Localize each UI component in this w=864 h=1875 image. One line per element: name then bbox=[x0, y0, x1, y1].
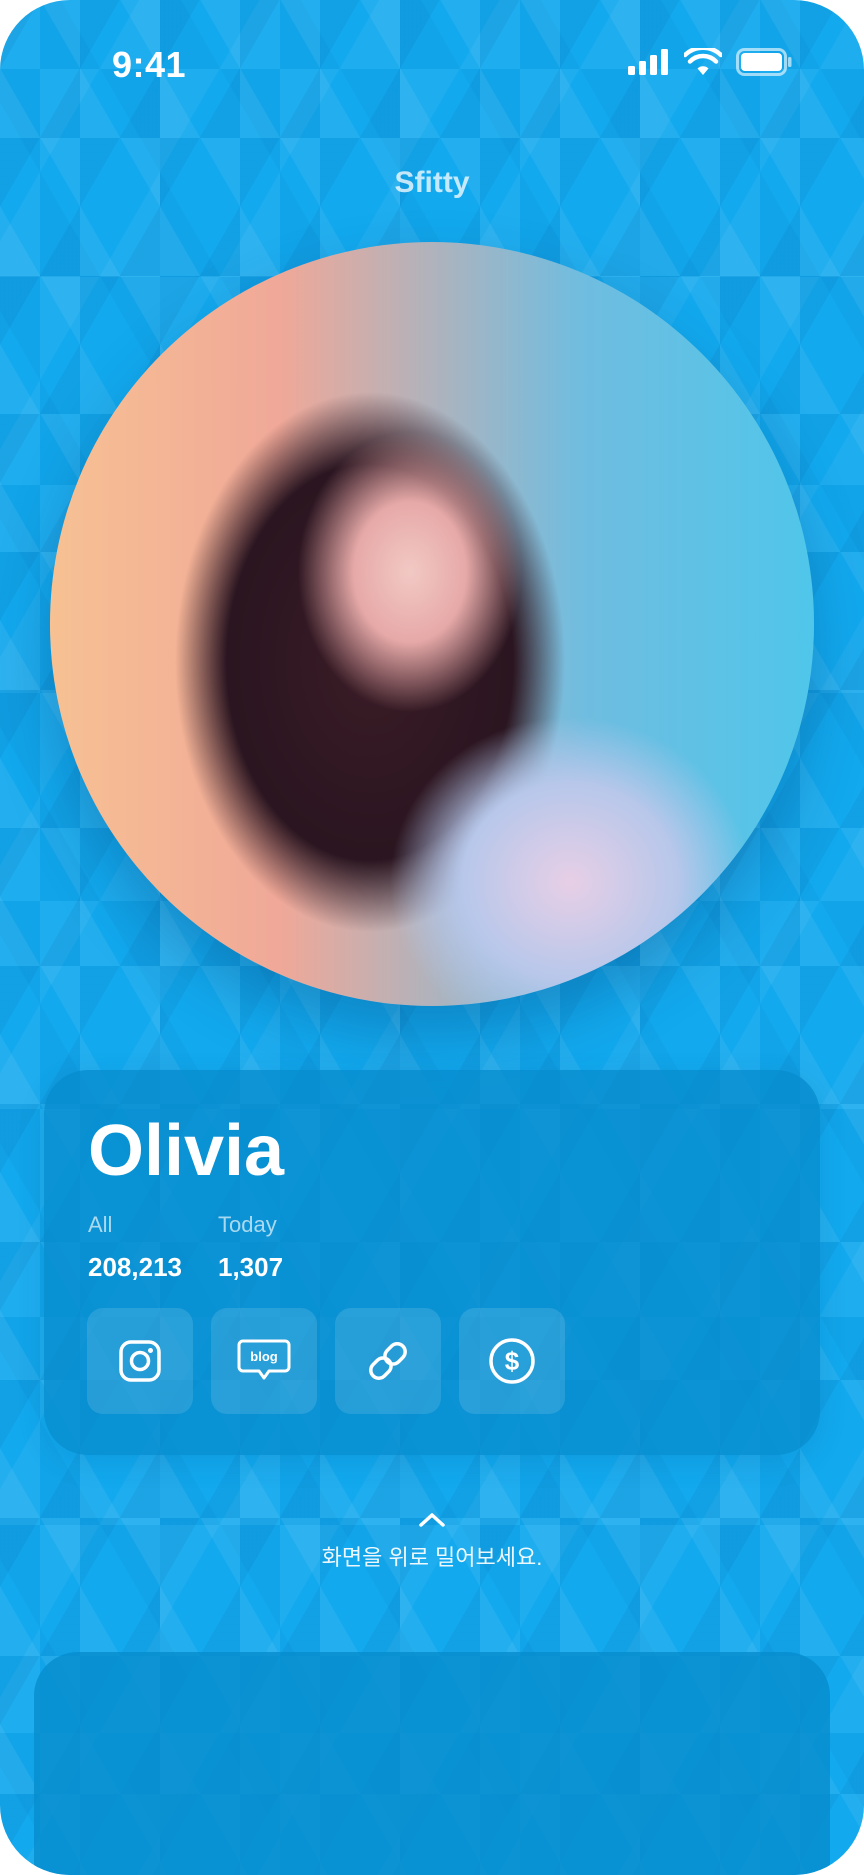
status-time: 9:41 bbox=[112, 44, 187, 85]
svg-text:$: $ bbox=[505, 1346, 520, 1376]
swipe-hint-text: 화면을 위로 밀어보세요. bbox=[321, 1545, 543, 1570]
stat-all: All 208,213 bbox=[88, 1212, 182, 1283]
stat-today: Today 1,307 bbox=[218, 1212, 283, 1283]
link-icon bbox=[369, 1342, 407, 1380]
profile-card: Olivia All 208,213 Today 1,307 blog $ bbox=[44, 1070, 820, 1455]
blog-button[interactable]: blog bbox=[211, 1308, 317, 1414]
profile-photo bbox=[50, 242, 814, 1006]
social-links: blog $ bbox=[87, 1308, 565, 1414]
swipe-up-hint: 화면을 위로 밀어보세요. bbox=[0, 1512, 864, 1572]
signal-icon bbox=[628, 49, 668, 75]
status-icons bbox=[628, 48, 792, 76]
stat-today-label: Today bbox=[218, 1212, 277, 1237]
donate-button[interactable]: $ bbox=[459, 1308, 565, 1414]
status-bar: 9:41 bbox=[0, 0, 864, 120]
brand-logo: Sfitty bbox=[394, 166, 470, 199]
instagram-icon bbox=[119, 1340, 161, 1382]
svg-text:blog: blog bbox=[250, 1349, 277, 1364]
phone-screen: 9:41 Sfitty Olivia All 208,213 Today 1,3… bbox=[0, 0, 864, 1875]
profile-name: Olivia bbox=[88, 1111, 285, 1191]
link-button[interactable] bbox=[335, 1308, 441, 1414]
battery-icon bbox=[736, 48, 792, 76]
dollar-icon: $ bbox=[489, 1338, 535, 1384]
chevron-up-icon bbox=[419, 1513, 445, 1527]
bottom-panel[interactable] bbox=[34, 1652, 830, 1875]
wifi-icon bbox=[684, 48, 722, 75]
blog-icon: blog bbox=[237, 1339, 291, 1380]
stat-all-label: All bbox=[88, 1212, 113, 1237]
stat-today-value: 1,307 bbox=[218, 1252, 284, 1282]
instagram-button[interactable] bbox=[87, 1308, 193, 1414]
stat-all-value: 208,213 bbox=[88, 1252, 182, 1282]
